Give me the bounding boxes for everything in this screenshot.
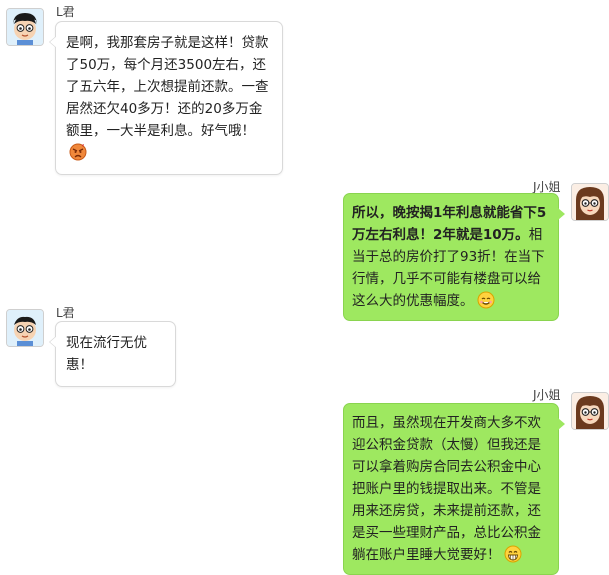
message-bubble[interactable]: 现在流行无优惠！ xyxy=(55,321,176,387)
angry-face-icon xyxy=(69,143,87,161)
sender-name: L君 xyxy=(56,304,75,321)
message-text-bold: 所以，晚按揭1年利息就能省下5万左右利息！2年就是10万。 xyxy=(352,205,546,243)
avatar[interactable] xyxy=(571,392,609,430)
sender-name: L君 xyxy=(56,3,75,20)
girl-avatar-icon xyxy=(572,184,608,220)
boy-avatar-icon xyxy=(7,9,43,45)
message-text: 是啊，我那套房子就是这样！贷款了50万，每个月还3500左右，还了五六年，上次想… xyxy=(66,35,269,139)
sender-name: J小姐 xyxy=(533,386,561,403)
avatar[interactable] xyxy=(6,8,44,46)
message-bubble[interactable]: 所以，晚按揭1年利息就能省下5万左右利息！2年就是10万。相当于总的房价打了93… xyxy=(343,193,559,321)
boy-avatar-icon xyxy=(7,310,43,346)
avatar[interactable] xyxy=(571,183,609,221)
message-text: 现在流行无优惠！ xyxy=(66,335,147,373)
message-bubble[interactable]: 是啊，我那套房子就是这样！贷款了50万，每个月还3500左右，还了五六年，上次想… xyxy=(55,21,283,175)
smile-face-icon xyxy=(477,291,495,309)
message-bubble[interactable]: 而且，虽然现在开发商大多不欢迎公积金贷款（太慢）但我还是可以拿着购房合同去公积金… xyxy=(343,403,559,575)
avatar[interactable] xyxy=(6,309,44,347)
grin-face-icon xyxy=(504,545,522,563)
message-text: 而且，虽然现在开发商大多不欢迎公积金贷款（太慢）但我还是可以拿着购房合同去公积金… xyxy=(352,415,541,563)
girl-avatar-icon xyxy=(572,393,608,429)
